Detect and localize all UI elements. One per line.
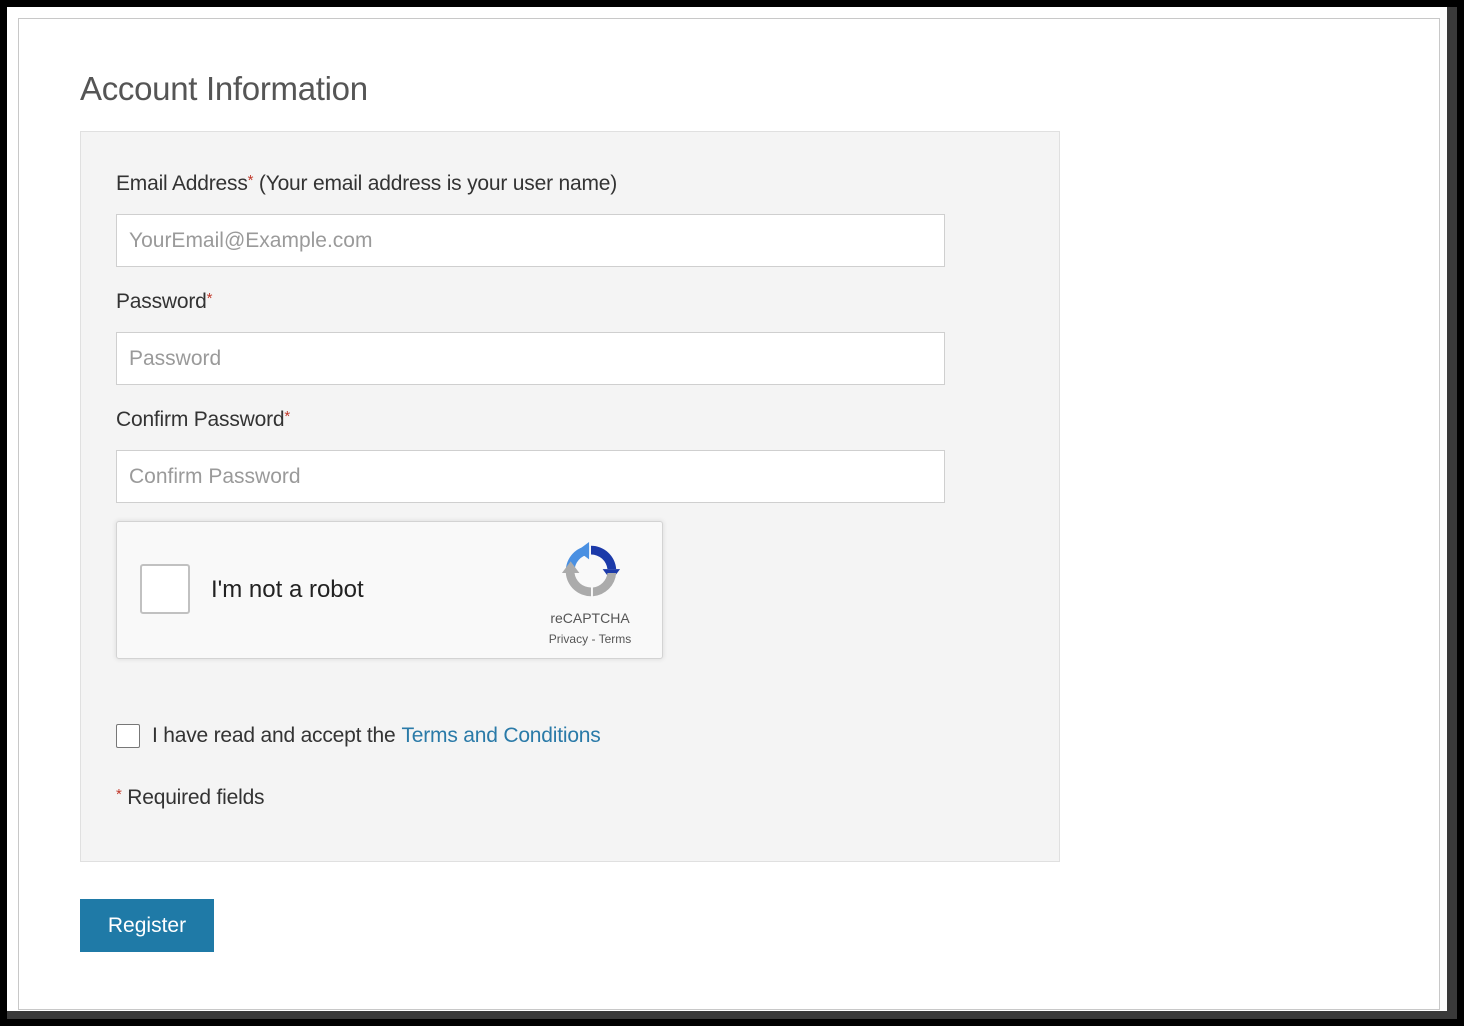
recaptcha-brand: reCAPTCHA [550, 610, 630, 626]
password-input[interactable] [116, 332, 945, 385]
register-button[interactable]: Register [80, 899, 214, 952]
recaptcha-logo-icon [561, 541, 621, 597]
recaptcha-privacy-link[interactable]: Privacy [549, 632, 588, 646]
password-label-text: Password [116, 290, 207, 313]
recaptcha-terms-link[interactable]: Terms [599, 632, 632, 646]
required-fields-text: Required fields [121, 786, 265, 809]
email-hint: (Your email address is your user name) [253, 172, 618, 195]
recaptcha-checkbox[interactable] [140, 564, 190, 614]
email-label-text: Email Address [116, 172, 248, 195]
frame-shadow [7, 1011, 1457, 1019]
page-title: Account Information [80, 70, 368, 107]
confirm-password-label: Confirm Password* [116, 408, 290, 432]
terms-text: I have read and accept the [152, 724, 396, 747]
recaptcha-label: I'm not a robot [211, 576, 364, 603]
recaptcha-widget: I'm not a robot reCAPTCHA Privacy - Term… [116, 521, 663, 659]
required-fields-note: * Required fields [116, 786, 265, 810]
terms-and-conditions-link[interactable]: Terms and Conditions [401, 724, 600, 748]
confirm-password-input[interactable] [116, 450, 945, 503]
recaptcha-links: Privacy - Terms [525, 632, 655, 646]
frame-shadow [1447, 7, 1457, 1019]
required-asterisk: * [206, 290, 213, 307]
required-asterisk: * [284, 408, 290, 425]
terms-row: I have read and accept the Terms and Con… [116, 722, 601, 750]
terms-checkbox[interactable] [116, 724, 140, 748]
email-input[interactable] [116, 214, 945, 267]
password-label: Password* [116, 290, 212, 314]
email-label: Email Address* (Your email address is yo… [116, 172, 617, 196]
confirm-password-label-text: Confirm Password [116, 408, 285, 431]
recaptcha-link-separator: - [588, 632, 599, 646]
